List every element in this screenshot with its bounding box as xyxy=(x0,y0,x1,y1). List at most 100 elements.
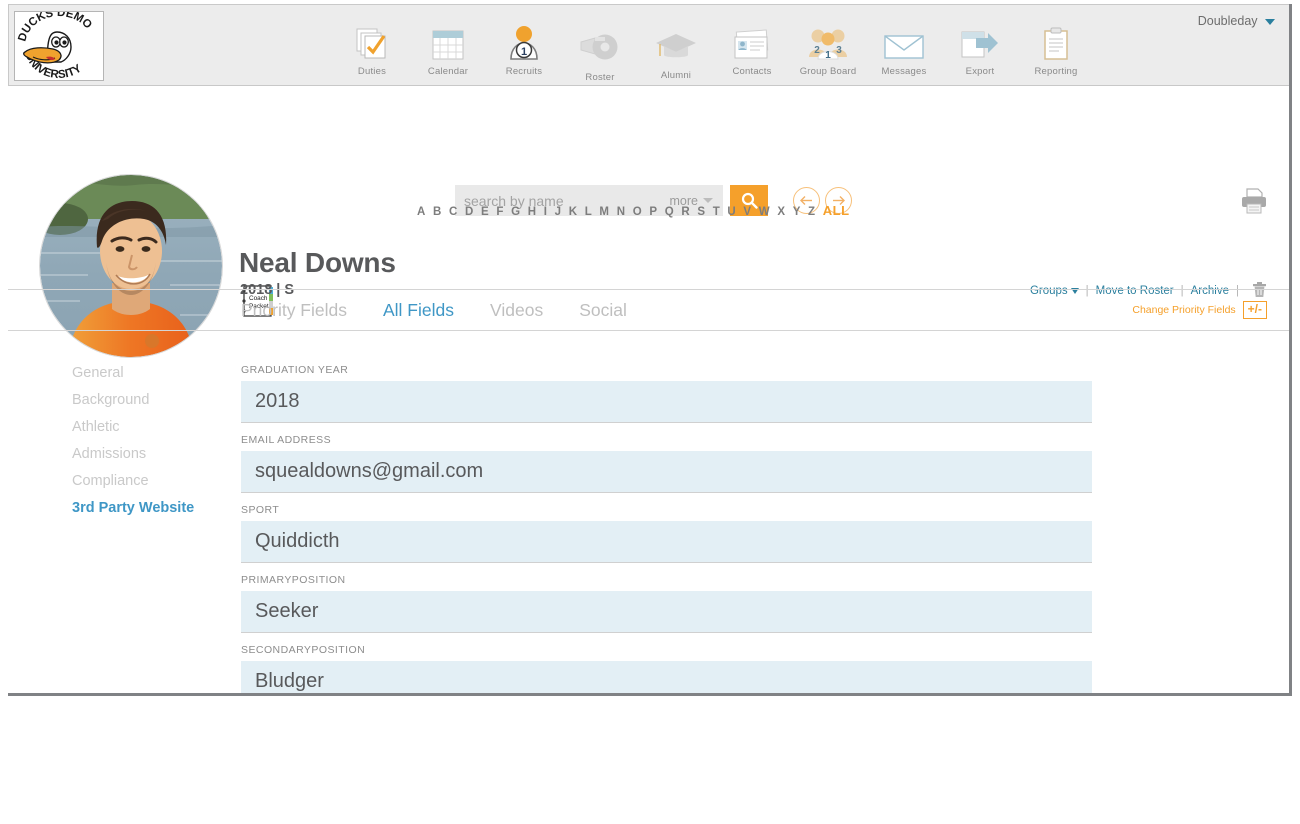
alphabet-letter-F[interactable]: F xyxy=(496,206,504,218)
archive-link[interactable]: Archive xyxy=(1191,285,1229,297)
field-value-graduation-year[interactable]: 2018 xyxy=(241,381,1092,423)
field-label: EMAIL ADDRESS xyxy=(241,434,332,446)
field-sport: SPORT Quiddicth xyxy=(241,504,1092,563)
field-value-primaryposition[interactable]: Seeker xyxy=(241,591,1092,633)
tab-priority-fields[interactable]: Priority Fields xyxy=(241,300,347,321)
nav-item-recruits[interactable]: 1 Recruits xyxy=(486,23,562,77)
alphabet-letter-E[interactable]: E xyxy=(481,206,489,218)
application-window: DUCKS DEMO UNIVERSITY xyxy=(8,4,1292,696)
account-name: Doubleday xyxy=(1197,14,1258,28)
alphabet-letter-D[interactable]: D xyxy=(465,206,474,218)
alphabet-letter-O[interactable]: O xyxy=(633,206,642,218)
alphabet-letter-S[interactable]: S xyxy=(697,206,705,218)
field-primaryposition: PRIMARYPOSITION Seeker xyxy=(241,574,1092,633)
search-row: search by name more xyxy=(8,86,1289,216)
account-menu[interactable]: Doubleday xyxy=(1198,14,1275,28)
alphabet-letter-N[interactable]: N xyxy=(617,206,626,218)
alphabet-letter-G[interactable]: G xyxy=(511,206,520,218)
nav-label: Reporting xyxy=(1034,66,1078,77)
graduation-cap-icon xyxy=(638,23,714,61)
alphabet-letter-A[interactable]: A xyxy=(417,206,426,218)
sidebar-item-background[interactable]: Background xyxy=(72,392,237,408)
alphabet-letter-Q[interactable]: Q xyxy=(665,206,674,218)
nav-item-roster[interactable]: Roster xyxy=(562,23,638,83)
alphabet-letter-K[interactable]: K xyxy=(569,206,578,218)
record-actions: Groups | Move to Roster | Archive | xyxy=(1030,281,1267,301)
alphabet-all[interactable]: ALL xyxy=(823,203,850,218)
alphabet-letter-Y[interactable]: Y xyxy=(793,206,801,218)
change-priority-fields-link[interactable]: Change Priority Fields xyxy=(1132,304,1235,316)
alphabet-letter-I[interactable]: I xyxy=(544,206,548,218)
alphabet-letter-H[interactable]: H xyxy=(528,206,537,218)
groups-dropdown[interactable]: Groups xyxy=(1030,285,1068,297)
profile-tabs: Priority Fields All Fields Videos Social xyxy=(241,300,663,321)
nav-label: Recruits xyxy=(505,66,543,77)
nav-item-messages[interactable]: Messages xyxy=(866,23,942,77)
change-priority-fields: Change Priority Fields +/- xyxy=(1132,301,1267,320)
contact-cards-icon xyxy=(714,23,790,61)
field-graduation-year: GRADUATION YEAR 2018 xyxy=(241,364,1092,423)
envelope-icon xyxy=(866,23,942,61)
alphabet-letter-Z[interactable]: Z xyxy=(808,206,816,218)
separator: | xyxy=(1236,285,1239,297)
alphabet-letter-C[interactable]: C xyxy=(449,206,458,218)
move-to-roster-link[interactable]: Move to Roster xyxy=(1096,285,1174,297)
field-value-secondaryposition[interactable]: Bludger xyxy=(241,661,1092,693)
nav-item-calendar[interactable]: Calendar xyxy=(410,23,486,77)
alphabet-letter-W[interactable]: W xyxy=(759,206,770,218)
recruit-person-icon: 1 xyxy=(486,23,562,61)
field-category-nav: General Background Athletic Admissions Compl… xyxy=(72,365,237,527)
alphabet-letter-V[interactable]: V xyxy=(743,206,751,218)
ducks-demo-university-logo-icon: DUCKS DEMO UNIVERSITY xyxy=(16,12,94,80)
field-label: SECONDARYPOSITION xyxy=(241,644,366,656)
field-value-email-address[interactable]: squealdowns@gmail.com xyxy=(241,451,1092,493)
field-list: GRADUATION YEAR 2018 EMAIL ADDRESS squealdo… xyxy=(241,364,1092,693)
separator: | xyxy=(1180,285,1184,297)
sidebar-item-3rd-party-website[interactable]: 3rd Party Website xyxy=(72,500,237,516)
alphabet-letter-R[interactable]: R xyxy=(681,206,690,218)
export-arrow-icon xyxy=(942,23,1018,61)
alphabet-letter-J[interactable]: J xyxy=(555,206,562,218)
delete-button[interactable] xyxy=(1252,281,1267,301)
nav-item-duties[interactable]: Duties xyxy=(334,23,410,77)
divider xyxy=(8,330,1289,331)
field-label: GRADUATION YEAR xyxy=(241,364,349,376)
nav-item-export[interactable]: Export xyxy=(942,23,1018,77)
alphabet-filter: A B C D E F G H I J K L M N O P Q R S T U V W X Y Z ALL xyxy=(417,203,850,218)
alphabet-letter-T[interactable]: T xyxy=(713,206,721,218)
clipboard-icon xyxy=(1018,23,1094,61)
svg-text:1: 1 xyxy=(521,46,527,58)
sidebar-item-compliance[interactable]: Compliance xyxy=(72,473,237,489)
tab-all-fields[interactable]: All Fields xyxy=(383,300,454,321)
printer-icon xyxy=(1242,188,1266,214)
field-email-address: EMAIL ADDRESS squealdowns@gmail.com xyxy=(241,434,1092,493)
divider xyxy=(8,289,1289,290)
alphabet-letter-B[interactable]: B xyxy=(433,206,442,218)
sidebar-item-general[interactable]: General xyxy=(72,365,237,381)
alphabet-letter-X[interactable]: X xyxy=(777,206,785,218)
nav-label: Calendar xyxy=(427,66,469,77)
top-navigation-bar: DUCKS DEMO UNIVERSITY xyxy=(8,4,1289,86)
main-nav: Duties Calendar 1 Recruits Roster Alumni… xyxy=(334,23,1094,83)
alphabet-letter-U[interactable]: U xyxy=(727,206,736,218)
svg-text:2: 2 xyxy=(814,45,820,56)
tab-social[interactable]: Social xyxy=(579,300,627,321)
alphabet-letter-M[interactable]: M xyxy=(599,206,609,218)
nav-item-group-board[interactable]: 2 1 3 Group Board xyxy=(790,23,866,77)
nav-item-reporting[interactable]: Reporting xyxy=(1018,23,1094,77)
profile-subtitle: 2018 | S xyxy=(240,282,295,298)
alphabet-letter-P[interactable]: P xyxy=(649,206,657,218)
sidebar-item-admissions[interactable]: Admissions xyxy=(72,446,237,462)
nav-item-alumni[interactable]: Alumni xyxy=(638,23,714,81)
sidebar-item-athletic[interactable]: Athletic xyxy=(72,419,237,435)
logo[interactable]: DUCKS DEMO UNIVERSITY xyxy=(14,11,104,81)
nav-item-contacts[interactable]: Contacts xyxy=(714,23,790,77)
change-priority-fields-button[interactable]: +/- xyxy=(1242,301,1267,320)
alphabet-letter-L[interactable]: L xyxy=(585,206,593,218)
calendar-icon xyxy=(410,23,486,61)
field-value-sport[interactable]: Quiddicth xyxy=(241,521,1092,563)
print-button[interactable] xyxy=(1239,186,1269,221)
group-people-icon: 2 1 3 xyxy=(790,23,866,61)
field-secondaryposition: SECONDARYPOSITION Bludger xyxy=(241,644,1092,693)
tab-videos[interactable]: Videos xyxy=(490,300,543,321)
